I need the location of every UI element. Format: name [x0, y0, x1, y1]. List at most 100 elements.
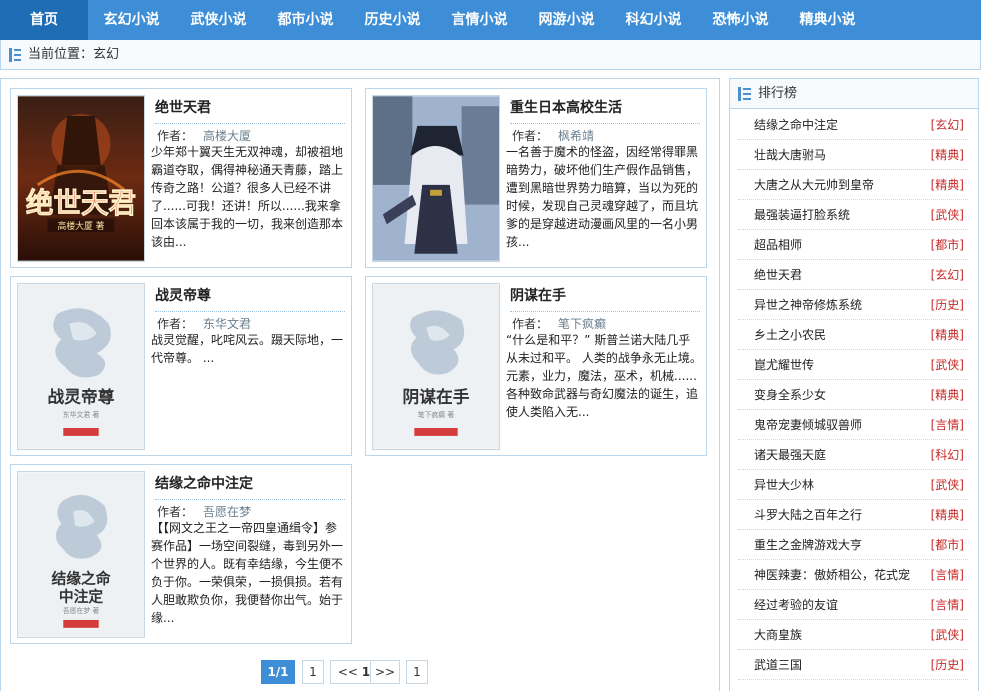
book-author[interactable]: 笔下疯癫 [558, 317, 606, 331]
nav-lishi[interactable]: 历史小说 [349, 0, 436, 40]
book-card[interactable]: 结缘之命 中注定 吾愿在梦 著 结缘之命中注定 作者： 吾愿在梦 【【网文之王之一… [10, 464, 352, 644]
ranking-item-title[interactable]: 经过考验的友谊 [754, 590, 838, 620]
ranking-item-category: [历史] [930, 658, 964, 672]
ranking-item[interactable]: 重生之金牌游戏大亨 [都市] [738, 530, 968, 560]
ranking-header: 排行榜 [730, 79, 978, 109]
ranking-item-title[interactable]: 异世大少林 [754, 470, 814, 500]
svg-text:阴谋在手: 阴谋在手 [403, 386, 470, 406]
nav-xuanhuan[interactable]: 玄幻小说 [88, 0, 175, 40]
ranking-item[interactable]: 大商皇族 [武侠] [738, 620, 968, 650]
svg-text:中注定: 中注定 [59, 587, 104, 605]
ranking-item-category: [言情] [930, 568, 964, 582]
ranking-item[interactable]: 异世大少林 [武侠] [738, 470, 968, 500]
book-cover[interactable]: 结缘之命 中注定 吾愿在梦 著 [17, 471, 145, 638]
breadcrumb-text: 当前位置：玄幻 [28, 47, 120, 62]
svg-text:绝世天君: 绝世天君 [26, 187, 136, 219]
ranking-item-category: [武侠] [930, 208, 964, 222]
ranking-item[interactable]: 超品相师 [都市] [738, 230, 968, 260]
ranking-item-title[interactable]: 重生之金牌游戏大亨 [754, 530, 862, 560]
ranking-item[interactable]: 异世之神帝修炼系统 [历史] [738, 290, 968, 320]
ranking-item[interactable]: 神医辣妻：傲娇相公，花式宠 [言情] [738, 560, 968, 590]
book-author-row: 作者： 高楼大厦 [155, 123, 345, 143]
ranking-item-category: [科幻] [930, 448, 964, 462]
book-card[interactable]: 阴谋在手 笔下疯癫 著 阴谋在手 作者： 笔下疯癫 “什么是和平？” 斯普兰诺大陆… [365, 276, 707, 456]
book-title[interactable]: 阴谋在手 [510, 285, 566, 305]
ranking-item[interactable]: 绝世天君 [玄幻] [738, 260, 968, 290]
book-author[interactable]: 东华文君 [203, 317, 251, 331]
ranking-item-category: [精典] [930, 508, 964, 522]
ranking-item-category: [武侠] [930, 628, 964, 642]
ranking-item[interactable]: 大唐之从大元帅到皇帝 [精典] [738, 170, 968, 200]
ranking-item-title[interactable]: 壮哉大唐驸马 [754, 140, 826, 170]
ranking-item-title[interactable]: 异世之神帝修炼系统 [754, 290, 862, 320]
next-page-button[interactable]: >> [370, 660, 400, 684]
ranking-item-title[interactable]: 武道三国 [754, 650, 802, 680]
book-author[interactable]: 高楼大厦 [203, 129, 251, 143]
ranking-item[interactable]: 经过考验的友谊 [言情] [738, 590, 968, 620]
ranking-item-title[interactable]: 结缘之命中注定 [754, 110, 838, 140]
ranking-item[interactable]: 崑尤耀世传 [武侠] [738, 350, 968, 380]
cover-art-placeholder: 战灵帝尊 东华文君 著 [18, 284, 144, 449]
prev-page-button[interactable]: << [338, 665, 358, 679]
ranking-title: 排行榜 [758, 86, 798, 101]
book-title[interactable]: 战灵帝尊 [155, 285, 211, 305]
ranking-item[interactable]: 最强装逼打脸系统 [武侠] [738, 200, 968, 230]
ranking-item-category: [都市] [930, 538, 964, 552]
ranking-sidebar: 排行榜 结缘之命中注定 [玄幻] 壮哉大唐驸马 [精典] 大唐之从大元帅到皇帝 [精典] 最… [729, 78, 979, 691]
ranking-item-title[interactable]: 鬼帝宠妻倾城驭兽师 [754, 410, 862, 440]
ranking-item-title[interactable]: 大商皇族 [754, 620, 802, 650]
book-cover[interactable]: 战灵帝尊 东华文君 著 [17, 283, 145, 450]
book-card[interactable]: 绝世天君 高楼大厦 著 绝世天君 作者： 高楼大厦 少年郑十翼天生无双神魂，却被祖… [10, 88, 352, 268]
ranking-item-title[interactable]: 神医辣妻：傲娇相公，花式宠 [754, 560, 910, 590]
list-icon [738, 87, 752, 101]
book-title[interactable]: 绝世天君 [155, 97, 211, 117]
book-title[interactable]: 重生日本高校生活 [510, 97, 622, 117]
ranking-item-category: [玄幻] [930, 118, 964, 132]
ranking-item-title[interactable]: 绝世天君 [754, 260, 802, 290]
ranking-item[interactable]: 结缘之命中注定 [玄幻] [738, 110, 968, 140]
last-page-button[interactable]: 1 [406, 660, 428, 684]
current-page-number: 1 [361, 665, 371, 679]
ranking-item-title[interactable]: 诸天最强天庭 [754, 440, 826, 470]
ranking-item[interactable]: 壮哉大唐驸马 [精典] [738, 140, 968, 170]
ranking-item-title[interactable]: 大唐之从大元帅到皇帝 [754, 170, 874, 200]
book-desc: 一名善于魔术的怪盗，因经常得罪黑暗势力，破坏他们生产假作品销售，遭到黑暗世界势力… [506, 145, 699, 249]
ranking-item[interactable]: 武道三国 [历史] [738, 650, 968, 680]
ranking-item-category: [言情] [930, 418, 964, 432]
page-indicator: 1/1 [261, 660, 295, 684]
nav-wuxia[interactable]: 武侠小说 [175, 0, 262, 40]
ranking-item[interactable]: 变身全系少女 [精典] [738, 380, 968, 410]
ranking-item-category: [武侠] [930, 478, 964, 492]
ranking-item-title[interactable]: 崑尤耀世传 [754, 350, 814, 380]
book-cover[interactable]: 绝世天君 高楼大厦 著 [17, 95, 145, 262]
ranking-item[interactable]: 鬼帝宠妻倾城驭兽师 [言情] [738, 410, 968, 440]
book-desc: 【【网文之王之一帝四皇通缉令】参赛作品】一场空间裂缝，毒到另外一个世界的人。既有… [151, 521, 344, 625]
ranking-item-title[interactable]: 超品相师 [754, 230, 802, 260]
first-page-button[interactable]: 1 [302, 660, 324, 684]
nav-jingdian[interactable]: 精典小说 [784, 0, 871, 40]
ranking-item-title[interactable]: 变身全系少女 [754, 380, 826, 410]
ranking-item[interactable]: 斗罗大陆之百年之行 [精典] [738, 500, 968, 530]
ranking-item[interactable]: 乡土之小农民 [精典] [738, 320, 968, 350]
book-author-row: 作者： 笔下疯癫 [510, 311, 700, 331]
book-author[interactable]: 枫希靖 [558, 129, 594, 143]
nav-home[interactable]: 首页 [0, 0, 88, 40]
cover-art-dark: 绝世天君 高楼大厦 著 [18, 96, 144, 261]
nav-kongbu[interactable]: 恐怖小说 [697, 0, 784, 40]
ranking-item-title[interactable]: 乡土之小农民 [754, 320, 826, 350]
book-title[interactable]: 结缘之命中注定 [155, 473, 253, 493]
ranking-item-category: [玄幻] [930, 268, 964, 282]
nav-yanqing[interactable]: 言情小说 [436, 0, 523, 40]
ranking-item-title[interactable]: 最强装逼打脸系统 [754, 200, 850, 230]
ranking-item-title[interactable]: 斗罗大陆之百年之行 [754, 500, 862, 530]
book-cover[interactable] [372, 95, 500, 262]
svg-text:吾愿在梦 著: 吾愿在梦 著 [63, 606, 100, 615]
book-card[interactable]: 重生日本高校生活 作者： 枫希靖 一名善于魔术的怪盗，因经常得罪黑暗势力，破坏他们… [365, 88, 707, 268]
nav-dushi[interactable]: 都市小说 [262, 0, 349, 40]
book-author[interactable]: 吾愿在梦 [203, 505, 251, 519]
nav-wangyou[interactable]: 网游小说 [523, 0, 610, 40]
book-cover[interactable]: 阴谋在手 笔下疯癫 著 [372, 283, 500, 450]
nav-kehuan[interactable]: 科幻小说 [610, 0, 697, 40]
book-card[interactable]: 战灵帝尊 东华文君 著 战灵帝尊 作者： 东华文君 战灵觉醒，叱咤风云。蹑天际地，… [10, 276, 352, 456]
ranking-item[interactable]: 诸天最强天庭 [科幻] [738, 440, 968, 470]
